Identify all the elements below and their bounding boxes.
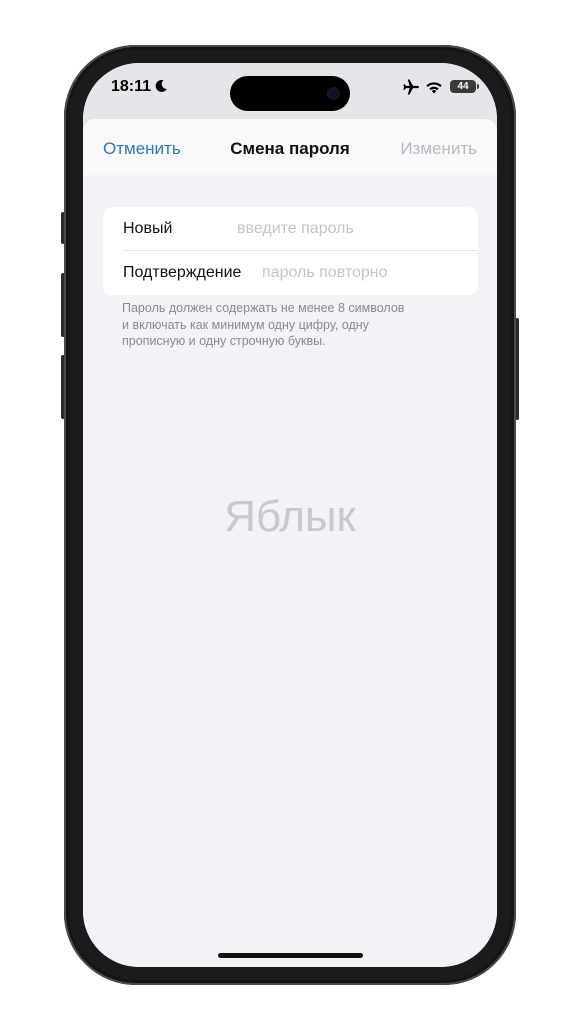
new-password-input[interactable] xyxy=(237,218,457,240)
home-indicator[interactable] xyxy=(218,953,363,958)
password-form-group: Новый Подтверждение xyxy=(103,207,478,295)
confirm-password-label: Подтверждение xyxy=(123,264,242,281)
password-change-sheet: Отменить Смена пароля Изменить Новый Под… xyxy=(83,119,497,967)
change-button[interactable]: Изменить xyxy=(400,139,477,159)
moon-icon xyxy=(155,79,167,92)
confirm-password-input[interactable] xyxy=(262,262,462,284)
new-password-row: Новый xyxy=(103,207,478,251)
battery-icon: 44 xyxy=(450,80,476,93)
wifi-icon xyxy=(426,82,442,94)
dynamic-island xyxy=(230,76,350,111)
password-hint: Пароль должен содержать не менее 8 симво… xyxy=(122,300,462,350)
hint-line-3: прописную и одну строчную буквы. xyxy=(122,334,326,348)
airplane-icon xyxy=(403,79,419,95)
hint-line-2: и включать как минимум одну цифру, одну xyxy=(122,317,369,332)
screen: 18:11 44 Отменить Смена пароля Изменить … xyxy=(83,63,497,967)
hint-line-1: Пароль должен содержать не менее 8 симво… xyxy=(122,301,405,315)
camera-icon xyxy=(327,87,340,100)
watermark: Яблык xyxy=(224,492,356,541)
new-password-label: Новый xyxy=(123,220,173,237)
status-bar: 18:11 44 xyxy=(83,63,497,115)
confirm-password-row: Подтверждение xyxy=(103,251,478,295)
navigation-bar: Отменить Смена пароля Изменить xyxy=(83,119,497,175)
battery-tip xyxy=(477,84,479,89)
status-time: 18:11 xyxy=(111,78,152,95)
